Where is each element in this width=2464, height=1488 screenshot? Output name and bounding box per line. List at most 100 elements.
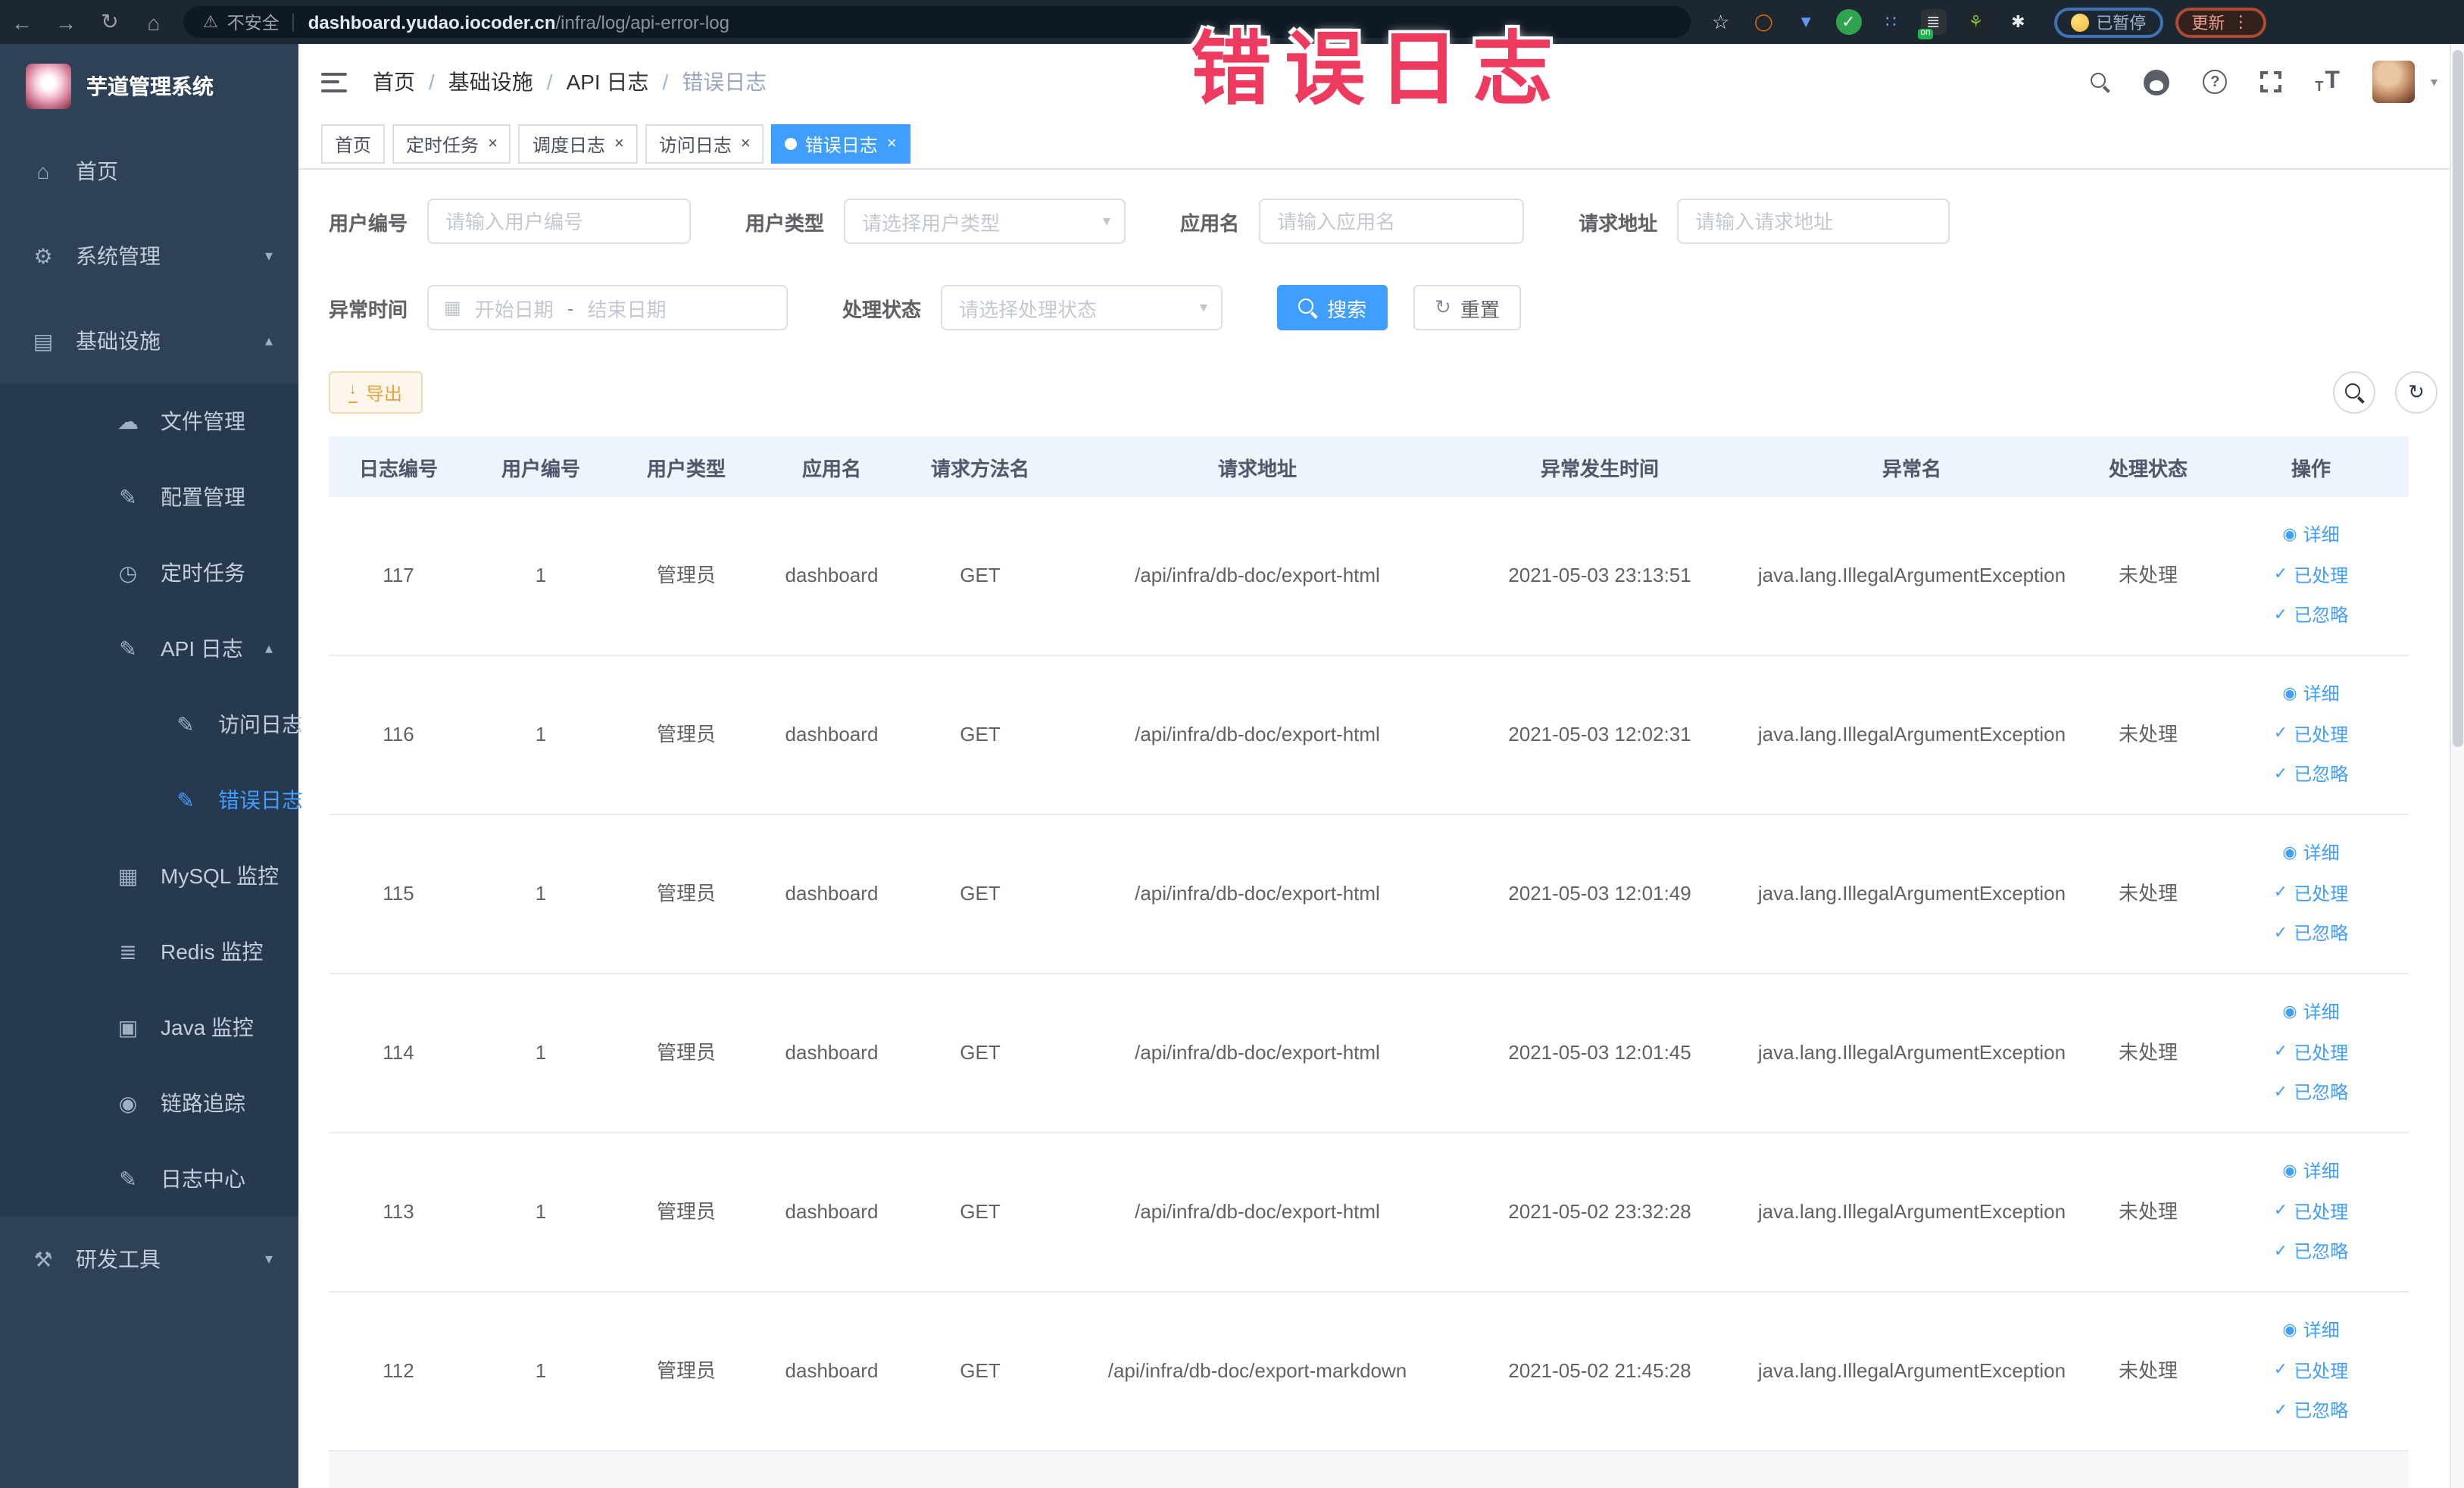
sidebar-item-home[interactable]: ⌂ 首页 — [0, 129, 298, 214]
tab-job[interactable]: 定时任务 × — [392, 124, 511, 164]
hide-search-button[interactable] — [2333, 371, 2375, 414]
row-actions: ◉ 详细 ✓ 已处理 ✓ 已忽略 — [2213, 1318, 2409, 1425]
app-logo[interactable]: 芋道管理系统 — [0, 44, 298, 129]
sidebar-item-java[interactable]: ▣ Java 监控 — [0, 989, 298, 1065]
app-name-input[interactable] — [1259, 199, 1525, 244]
help-icon[interactable] — [2203, 70, 2228, 94]
extension-sprout-icon[interactable]: ⚘ — [1963, 9, 1989, 35]
action-processed-link[interactable]: ✓ 已处理 — [2274, 722, 2348, 748]
bookmark-star-icon[interactable]: ☆ — [1712, 10, 1729, 34]
search-button[interactable]: 搜索 — [1277, 285, 1388, 330]
sidebar-item-mysql[interactable]: ▦ MySQL 监控 — [0, 838, 298, 914]
home-icon[interactable]: ⌂ — [132, 10, 176, 34]
close-icon[interactable]: × — [488, 135, 498, 153]
action-ignored-link[interactable]: ✓ 已忽略 — [2274, 1399, 2348, 1425]
action-detail-link[interactable]: ◉ 详细 — [2282, 1159, 2339, 1185]
github-icon[interactable] — [2144, 69, 2170, 95]
breadcrumb-item[interactable]: 首页 — [373, 67, 415, 97]
sidebar-item-system[interactable]: ⚙ 系统管理 ▾ — [0, 214, 298, 299]
date-range-picker[interactable]: ▦ 开始日期 - 结束日期 — [427, 285, 789, 330]
action-processed-link[interactable]: ✓ 已处理 — [2274, 1199, 2348, 1225]
table-cell: 114 — [383, 1040, 414, 1064]
user-id-input[interactable] — [427, 199, 692, 244]
close-icon[interactable]: × — [741, 135, 751, 153]
action-detail-link[interactable]: ◉ 详细 — [2282, 1000, 2339, 1026]
tab-error-log[interactable]: 错误日志 × — [771, 124, 910, 164]
action-processed-link[interactable]: ✓ 已处理 — [2274, 563, 2348, 589]
address-bar[interactable]: ⚠ 不安全 dashboard.yudao.iocoder.cn /infra/… — [183, 6, 1691, 38]
eye-icon: ◉ — [2282, 1161, 2297, 1180]
table-cell: 管理员 — [656, 563, 716, 586]
action-detail-link[interactable]: ◉ 详细 — [2282, 1318, 2339, 1344]
action-detail-link[interactable]: ◉ 详细 — [2282, 682, 2339, 708]
search-icon[interactable] — [2091, 72, 2110, 92]
page-scrollbar[interactable] — [2450, 44, 2464, 1488]
sidebar-item-dev-tools[interactable]: ⚒ 研发工具 ▾ — [0, 1217, 298, 1302]
close-icon[interactable]: × — [887, 135, 897, 153]
sidebar-item-error-log[interactable]: ✎ 错误日志 — [0, 762, 303, 838]
fullscreen-icon[interactable] — [2260, 71, 2282, 92]
sidebar-item-label: 基础设施 — [76, 329, 161, 353]
user-type-select[interactable]: 请选择用户类型 ▾ — [844, 199, 1126, 244]
sidebar-item-label: 定时任务 — [161, 561, 245, 585]
tab-access-log[interactable]: 访问日志 × — [645, 124, 764, 164]
reset-button[interactable]: ↻ 重置 — [1413, 285, 1521, 330]
action-ignored-link[interactable]: ✓ 已忽略 — [2274, 604, 2348, 630]
action-ignored-link[interactable]: ✓ 已忽略 — [2274, 1240, 2348, 1266]
edit-icon: ✎ — [176, 787, 195, 811]
sidebar-item-trace[interactable]: ◉ 链路追踪 — [0, 1065, 298, 1141]
action-processed-link[interactable]: ✓ 已处理 — [2274, 881, 2348, 907]
action-processed-link[interactable]: ✓ 已处理 — [2274, 1358, 2348, 1384]
kebab-menu-icon[interactable]: ⋮ — [2232, 12, 2249, 32]
profile-paused-pill[interactable]: 已暂停 — [2053, 7, 2163, 37]
reload-icon[interactable]: ↻ — [88, 9, 132, 35]
screen-icon: ▣ — [117, 1014, 139, 1039]
font-size-icon[interactable] — [2315, 70, 2340, 94]
sidebar-item-access-log[interactable]: ✎ 访问日志 — [0, 686, 303, 762]
request-url-label: 请求地址 — [1579, 211, 1658, 234]
sidebar-item-config[interactable]: ✎ 配置管理 — [0, 459, 298, 535]
action-ignored-link[interactable]: ✓ 已忽略 — [2274, 922, 2348, 948]
extension-orange-ring-icon[interactable]: ◯ — [1750, 9, 1776, 35]
action-detail-link[interactable]: ◉ 详细 — [2282, 841, 2339, 867]
breadcrumb-item[interactable]: 基础设施 — [448, 67, 533, 97]
check-icon: ✓ — [2273, 924, 2288, 943]
breadcrumb-item[interactable]: API 日志 — [567, 67, 649, 97]
sidebar-item-log-center[interactable]: ✎ 日志中心 — [0, 1141, 298, 1217]
user-avatar[interactable] — [2372, 61, 2416, 103]
process-status-select[interactable]: 请选择处理状态 ▾ — [941, 285, 1223, 330]
sidebar-item-api-log[interactable]: ✎ API 日志 ▴ — [0, 611, 298, 686]
table-cell: dashboard — [785, 563, 879, 586]
table-cell: 管理员 — [656, 722, 716, 746]
action-ignored-link[interactable]: ✓ 已忽略 — [2274, 1081, 2348, 1107]
action-processed-link[interactable]: ✓ 已处理 — [2274, 1040, 2348, 1066]
back-icon[interactable]: ← — [0, 10, 44, 34]
tab-home[interactable]: 首页 — [321, 124, 386, 164]
extension-green-v-icon[interactable]: ✓ — [1835, 9, 1862, 35]
cloud-icon: ☁ — [117, 408, 139, 433]
tab-job-log[interactable]: 调度日志 × — [518, 124, 638, 164]
security-label[interactable]: 不安全 — [227, 10, 280, 34]
extension-blue-gem-icon[interactable]: ▼ — [1793, 9, 1819, 35]
chrome-update-button[interactable]: 更新 ⋮ — [2175, 7, 2266, 37]
chevron-down-icon[interactable]: ▾ — [2431, 73, 2437, 90]
chart-icon: ▦ — [117, 863, 139, 887]
export-button[interactable]: ↓ 导出 — [329, 371, 423, 414]
sidebar: 芋道管理系统 ⌂ 首页 ⚙ 系统管理 ▾ ▤ 基础设施 ▴ ☁ 文件管理 ✎ 配置管理 ◷ 定时任务 ✎ AP… — [0, 44, 303, 1488]
close-icon[interactable]: × — [614, 135, 624, 153]
refresh-table-button[interactable]: ↻ — [2395, 371, 2437, 414]
sidebar-item-redis[interactable]: ≣ Redis 监控 — [0, 914, 298, 989]
extension-dark-on-icon[interactable]: ≣ on — [1917, 9, 1947, 39]
sidebar-item-job[interactable]: ◷ 定时任务 — [0, 535, 298, 611]
sidebar-item-file[interactable]: ☁ 文件管理 — [0, 383, 298, 459]
action-ignored-link[interactable]: ✓ 已忽略 — [2274, 763, 2348, 789]
scrollbar-thumb[interactable] — [2453, 50, 2463, 747]
hamburger-icon[interactable] — [321, 72, 347, 92]
request-url-input[interactable] — [1677, 199, 1950, 244]
extension-grid-icon[interactable]: ∷ — [1878, 9, 1903, 35]
sidebar-item-infra[interactable]: ▤ 基础设施 ▴ — [0, 299, 298, 383]
extension-puzzle-icon[interactable]: ✱ — [2005, 9, 2031, 35]
table-row: 113 1 管理员 dashboard GET/api/infra/db-doc/exp… — [329, 1133, 2409, 1293]
forward-icon[interactable]: → — [44, 10, 88, 34]
action-detail-link[interactable]: ◉ 详细 — [2282, 523, 2339, 549]
